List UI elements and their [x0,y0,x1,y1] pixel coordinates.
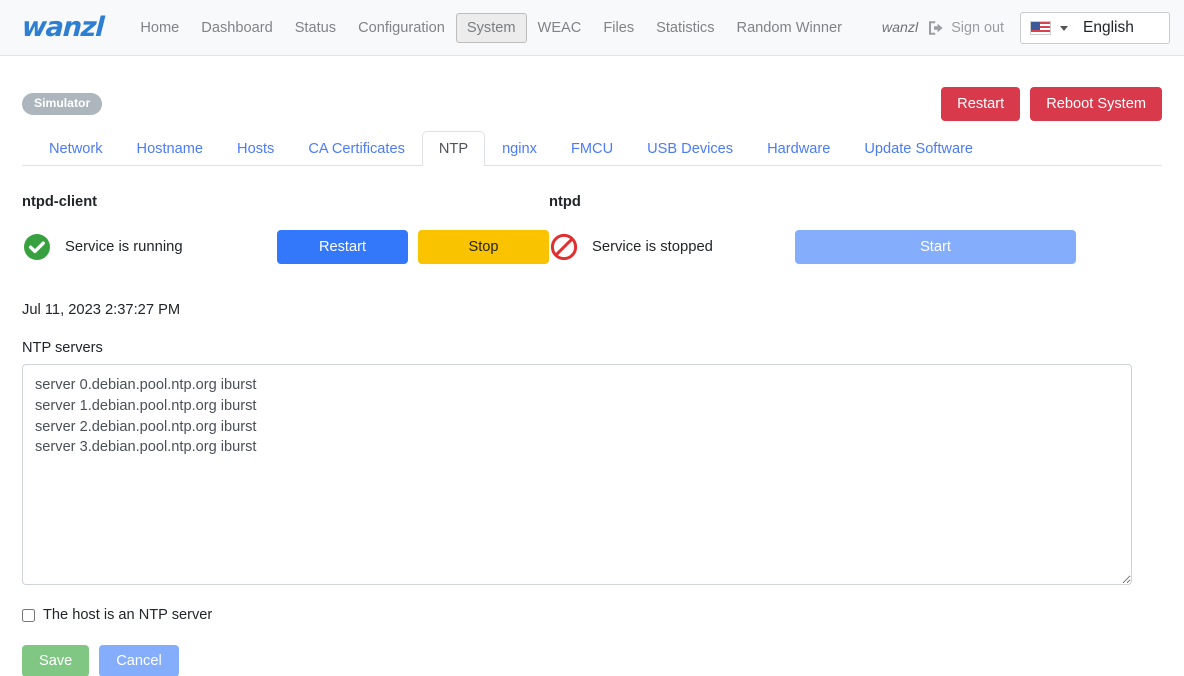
service-status-text: Service is stopped [592,239,713,255]
tab-network[interactable]: Network [32,131,120,166]
language-label: English [1083,19,1134,36]
current-time-label: Jul 11, 2023 2:37:27 PM [22,302,181,318]
service-ntpd: ntpd Service is stopped Start [549,194,1076,264]
service-title: ntpd-client [22,194,98,210]
sign-out-label: Sign out [951,20,1004,36]
service-stop-button[interactable]: Stop [418,230,549,264]
service-status-row: Service is running Restart Stop [22,230,549,264]
check-circle-icon [22,232,52,262]
sign-out-icon [928,20,945,36]
service-ntpd-client: ntpd-client Service is running Restart Stop [22,194,549,264]
save-button[interactable]: Save [22,645,90,676]
chevron-down-icon [1060,25,1068,31]
tab-ntp[interactable]: NTP [421,131,486,166]
tab-fmcu[interactable]: FMCU [554,131,630,166]
nav-item-files[interactable]: Files [592,13,645,43]
navbar-right-group: wanzl Sign out English [882,0,1170,56]
prohibited-icon [549,232,579,262]
tab-hardware[interactable]: Hardware [750,131,847,166]
nav-item-statistics[interactable]: Statistics [645,13,725,43]
service-buttons: Start [795,230,1076,264]
nav-item-system[interactable]: System [455,12,527,43]
main-nav: Home Dashboard Status Configuration System WE… [129,12,853,43]
tab-hosts[interactable]: Hosts [220,131,291,166]
language-selector[interactable]: English [1020,12,1170,44]
restart-button[interactable]: Restart [941,86,1021,122]
nav-item-random-winner[interactable]: Random Winner [726,13,853,43]
system-tabs: Network Hostname Hosts CA Certificates NTP ng… [22,128,1162,166]
tab-ca-certificates[interactable]: CA Certificates [291,131,422,166]
tab-update-software[interactable]: Update Software [847,131,990,166]
page-actions: Restart Reboot System [941,86,1162,122]
service-start-button[interactable]: Start [795,230,1076,264]
current-user-label: wanzl [881,20,919,36]
nav-item-home[interactable]: Home [129,13,190,43]
host-is-ntp-server-checkbox[interactable] [22,608,35,622]
service-title: ntpd [549,194,581,210]
ntp-servers-input[interactable] [22,364,1132,585]
services-section: ntpd-client Service is running Restart Stop… [22,194,1162,264]
service-restart-button[interactable]: Restart [277,230,408,264]
nav-item-configuration[interactable]: Configuration [347,13,456,43]
nav-item-status[interactable]: Status [284,13,347,43]
us-flag-icon [1030,21,1051,35]
top-navbar: wanzl Home Dashboard Status Configuration Sy… [0,0,1184,56]
tab-usb-devices[interactable]: USB Devices [630,131,750,166]
service-status-text: Service is running [65,239,183,255]
reboot-system-button[interactable]: Reboot System [1030,86,1162,122]
wanzl-logo[interactable]: wanzl [21,12,104,43]
status-badge: Simulator [22,93,103,115]
form-actions: Save Cancel [22,645,1162,676]
tab-hostname[interactable]: Hostname [120,131,221,166]
sign-out-button[interactable]: Sign out [928,20,1004,36]
host-is-ntp-server-label[interactable]: The host is an NTP server [43,607,212,623]
tab-nginx[interactable]: nginx [485,131,554,166]
page-top-row: Simulator Restart Reboot System [22,56,1162,122]
page-body: Simulator Restart Reboot System Network Ho… [0,56,1184,676]
host-is-ntp-server-row: The host is an NTP server [22,607,1162,623]
nav-item-weac[interactable]: WEAC [527,13,593,43]
cancel-button[interactable]: Cancel [99,645,179,676]
ntp-servers-label: NTP servers [22,340,103,356]
service-status-row: Service is stopped Start [549,230,1076,264]
service-buttons: Restart Stop [277,230,549,264]
nav-item-dashboard[interactable]: Dashboard [190,13,283,43]
